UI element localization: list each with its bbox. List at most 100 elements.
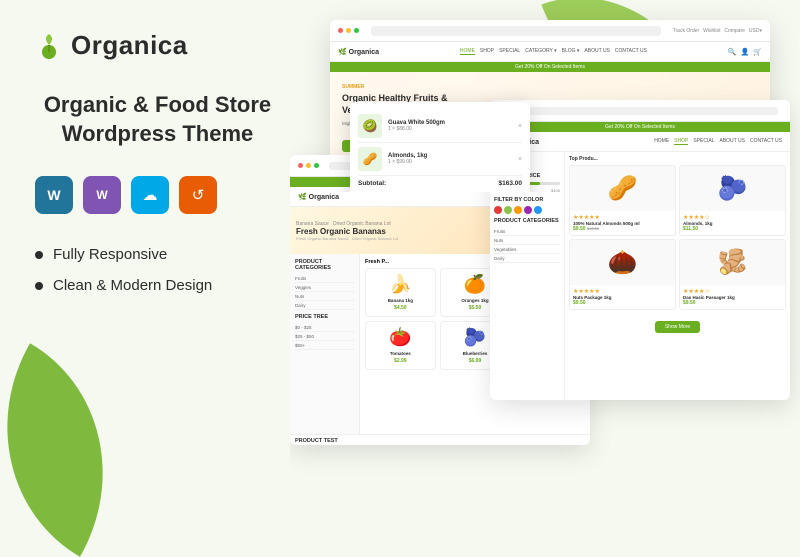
feature-responsive: Fully Responsive [35,246,280,263]
user-icon: 👤 [741,48,750,56]
swatch-purple[interactable] [524,206,532,214]
swatch-orange[interactable] [514,206,522,214]
features-list: Fully Responsive Clean & Modern Design [35,246,280,294]
shop-product-passager[interactable]: 🫚 ★★★★☆ Das Hasic Passager 1kg $9.50 [679,239,786,310]
shop-product-nuts[interactable]: 🌰 ★★★★★ Nuts Package 1kg $9.50 [569,239,676,310]
nav-link-shop: SHOP [480,48,494,55]
s-maximize-dot [314,163,319,168]
filter-cat-dairy[interactable]: Dairy [494,254,560,263]
shop-nav-about: ABOUT US [719,138,744,145]
swatch-red[interactable] [494,206,502,214]
product-card-1[interactable]: 🍌 Banana 1kg $4.50 [365,268,436,317]
bullet-icon [35,282,43,290]
price-range-2[interactable]: $25 - $50 [295,332,354,341]
woocommerce-badge: W [83,176,121,214]
cart-item-1-image: 🥝 [358,114,382,138]
cart-item-1-remove[interactable]: × [518,123,522,130]
promo-bar: Get 20% Off On Selected Items [330,62,770,72]
hero-label: Summer [342,84,598,90]
product-test-label: PRODUCT TEST [295,438,585,444]
cart-item-2-qty: 1 × $99.00 [388,159,512,165]
cart-item-2-info: Almonds, 1kg 1 × $99.00 [388,153,512,165]
site-nav: 🌿 Organica HOME SHOP SPECIAL CATEGORY ▾ … [330,42,770,62]
secondary-nav-logo: 🌿 Organica [298,193,339,201]
bullet-icon [35,251,43,259]
logo-icon [35,32,63,60]
product-categories-label: PRODUCT CATEGORIES [295,259,354,271]
nav-links: HOME SHOP SPECIAL CATEGORY ▾ BLOG ▾ ABOU… [460,48,647,55]
shop-browser-chrome [490,100,790,122]
nav-logo: 🌿 Organica [338,48,379,56]
cart-subtotal: Subtotal: $163.00 [358,176,522,191]
nav-link-category: CATEGORY ▾ [525,48,556,55]
passager-image: 🫚 [680,240,785,285]
shop-nav-contact: CONTACT US [750,138,782,145]
shop-promo-bar: Get 20% Off On Selected Items [490,122,790,132]
plugin-badges: W W ☁ ↺ [35,176,280,214]
secondary-window-controls [298,163,319,168]
shop-products-label: Top Produ... [569,156,786,162]
s-close-dot [298,163,303,168]
nav-link-about: ABOUT US [584,48,609,55]
price-filter-label: PRICE TREE [295,314,354,320]
nuts-stars: ★★★★★ [573,288,672,295]
almonds-image: 🥜 [570,166,675,211]
product-categories-filter: PRODUCT CATEGORIES Fruits Nuts Vegetable… [494,218,560,263]
almonds-stars: ★★★★★ [573,214,672,221]
product-1-price: $4.50 [371,305,430,311]
price-range-3[interactable]: $50+ [295,341,354,350]
sidebar-cat-3[interactable]: Nuts [295,292,354,301]
price-range-1[interactable]: $0 - $25 [295,323,354,332]
filter-cat-nuts[interactable]: Nuts [494,236,560,245]
minimize-dot [346,28,351,33]
sidebar-cat-1[interactable]: Fruits [295,274,354,283]
almonds-info: ★★★★★ 100% Natural Almonds 500g ml $9.50… [570,211,675,235]
tagline-line1: Organic & Food Store Wordpress Theme [35,91,280,148]
shop-nav-home: HOME [654,138,669,145]
nuts-info: ★★★★★ Nuts Package 1kg $9.50 [570,285,675,309]
nav-link-blog: BLOG ▾ [562,48,580,55]
nav-link-home: HOME [460,48,475,55]
search-icon: 🔍 [728,48,737,56]
product-1-image: 🍌 [371,274,430,295]
nuts-price: $9.50 [573,300,672,306]
left-panel: Organica Organic & Food Store Wordpress … [0,0,310,500]
product-4-name: Tomatoes [371,351,430,356]
cart-item-1: 🥝 Guava White 500gm 1 × $88.00 × [358,110,522,143]
passager-price: $9.50 [683,300,782,306]
filter-cat-veggies[interactable]: Vegetables [494,245,560,254]
browser-controls: Track Order Wishlist Compare USD▾ [673,28,762,34]
shop-product-almonds[interactable]: 🥜 ★★★★★ 100% Natural Almonds 500g ml $9.… [569,165,676,236]
sidebar-cat-2[interactable]: Veggies [295,283,354,292]
product-categories-filter-label: PRODUCT CATEGORIES [494,218,560,224]
blueberries-image: 🫐 [680,166,785,211]
filter-color-label: FILTER BY COLOR [494,197,560,203]
cart-item-2-image: 🥜 [358,147,382,171]
almonds-old-price: $16.00 [587,226,599,231]
feature-design-label: Clean & Modern Design [53,277,212,294]
nav-link-special: SPECIAL [499,48,520,55]
mockup-shop-browser: Get 20% Off On Selected Items 🌿 Organica… [490,100,790,400]
window-controls [338,28,359,33]
product-card-4[interactable]: 🍅 Tomatoes $2.99 [365,321,436,370]
swatch-green[interactable] [504,206,512,214]
shop-product-blueberries[interactable]: 🫐 ★★★★☆ Almonds, 1kg $11.50 [679,165,786,236]
brand-name: Organica [71,30,188,61]
s-minimize-dot [306,163,311,168]
shop-nav: 🌿 Organica HOME SHOP SPECIAL ABOUT US CO… [490,132,790,152]
show-more-button[interactable]: Show More [655,321,700,333]
feature-responsive-label: Fully Responsive [53,246,167,263]
fresh-picks-label: Fresh P... [365,259,389,265]
passager-stars: ★★★★☆ [683,288,782,295]
nav-icons: 🔍 👤 🛒 [728,48,762,56]
passager-info: ★★★★☆ Das Hasic Passager 1kg $9.50 [680,285,785,309]
filter-cat-fruits[interactable]: Fruits [494,227,560,236]
cart-item-1-info: Guava White 500gm 1 × $88.00 [388,120,512,132]
address-bar [371,26,661,36]
maximize-dot [354,28,359,33]
cart-item-2-remove[interactable]: × [518,156,522,163]
almonds-price: $9.50 $16.00 [573,226,672,232]
cart-item-2: 🥜 Almonds, 1kg 1 × $99.00 × [358,143,522,176]
swatch-blue[interactable] [534,206,542,214]
sidebar-cat-4[interactable]: Dairy [295,301,354,310]
